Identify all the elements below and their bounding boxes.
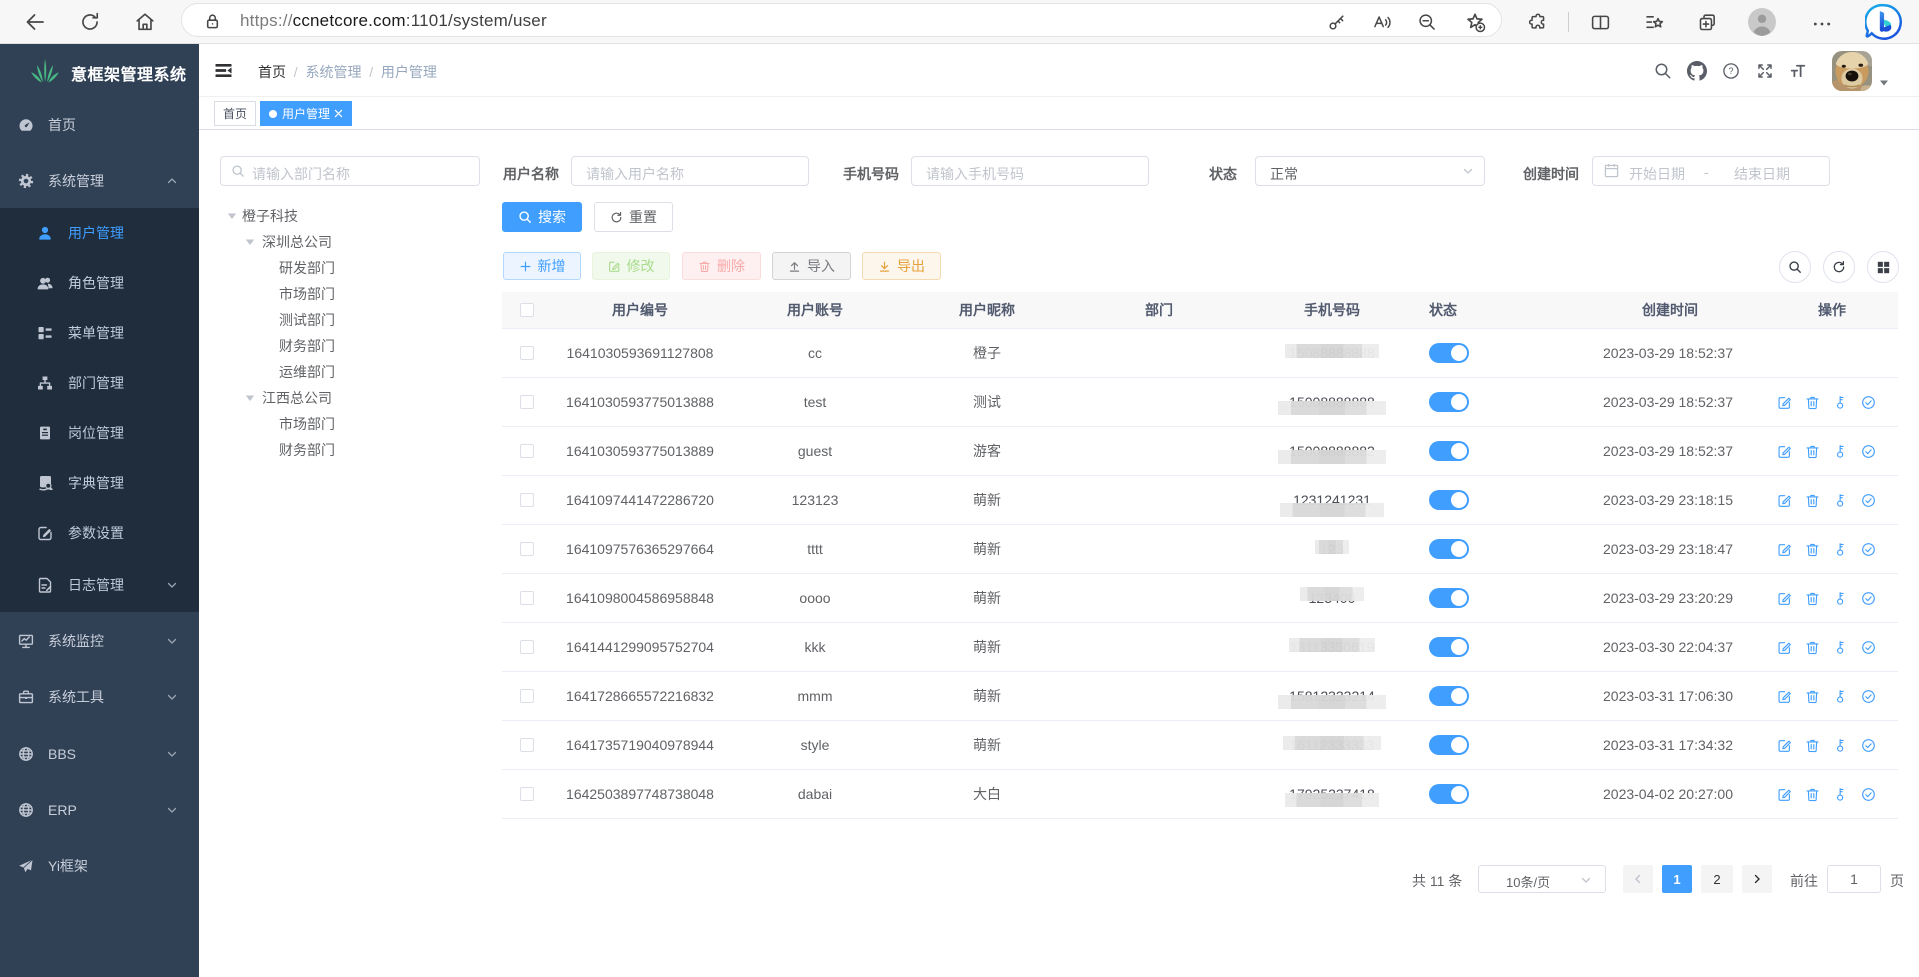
svg-text:?: ? bbox=[1728, 66, 1733, 76]
